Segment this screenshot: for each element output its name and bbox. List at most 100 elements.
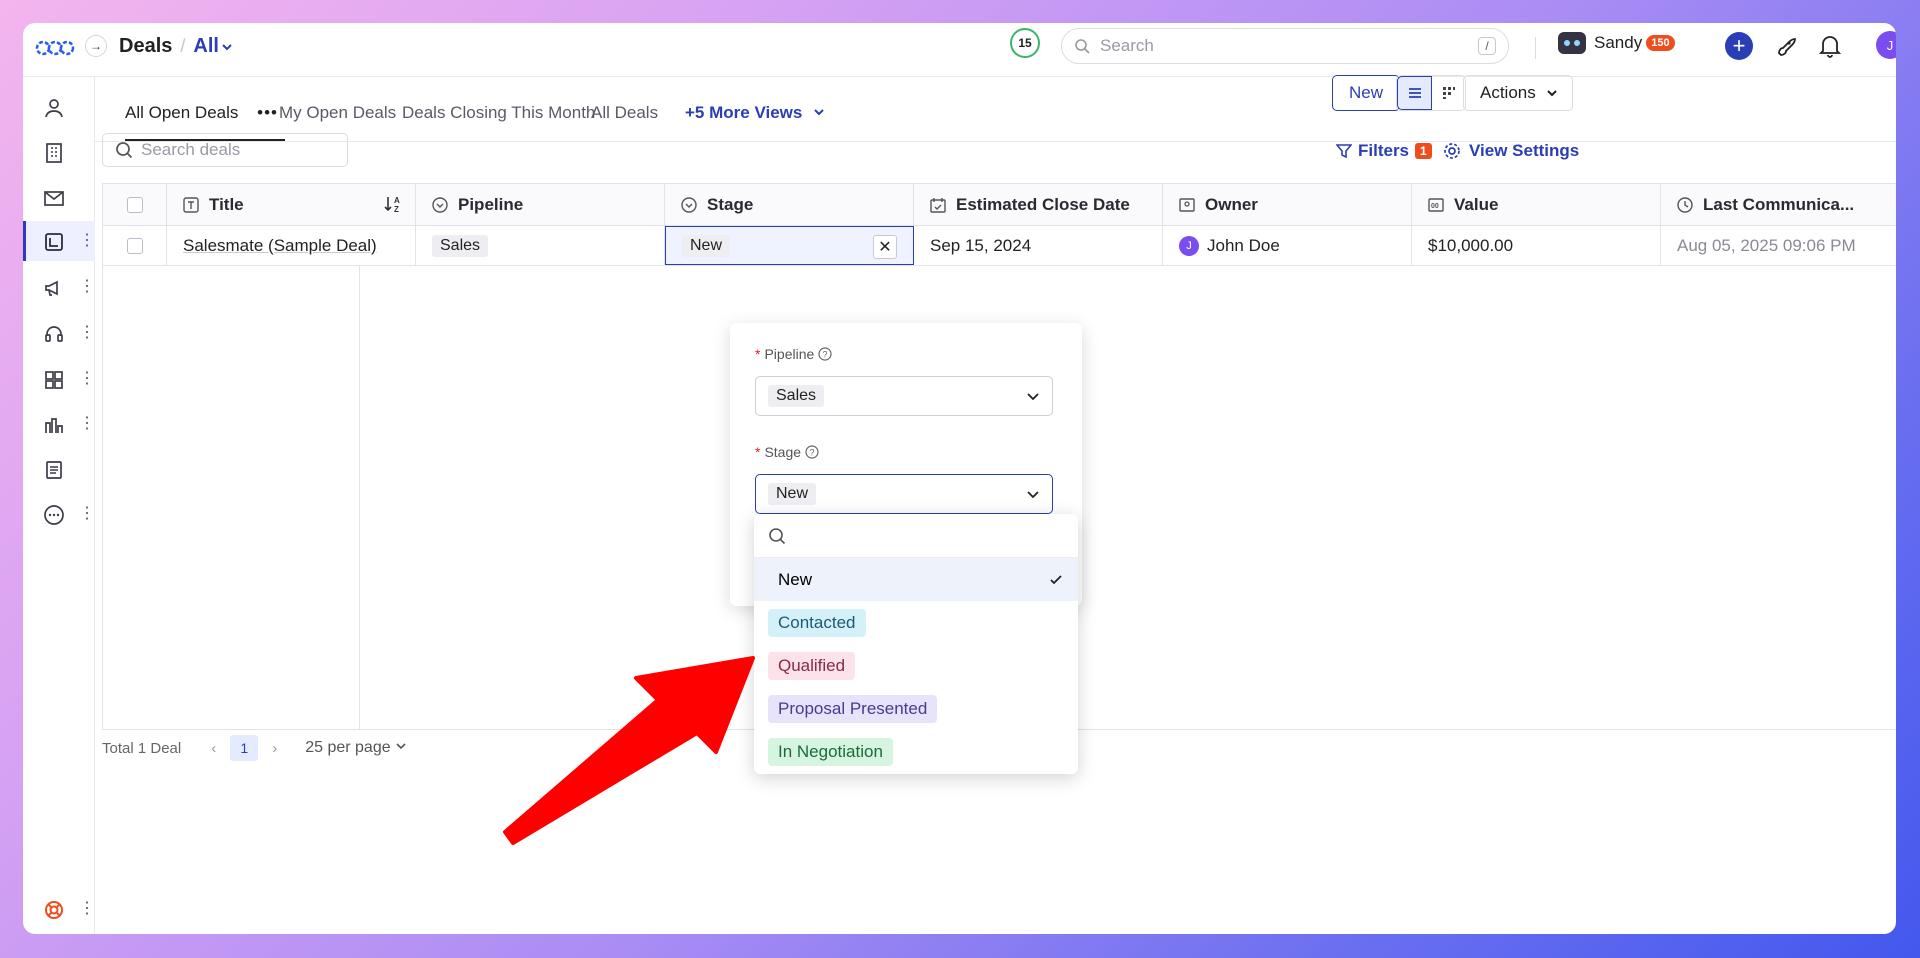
view-settings-button[interactable]: View Settings	[1443, 141, 1579, 161]
rail-campaigns[interactable]: ⋮	[23, 267, 95, 307]
pipeline-label: Pipeline	[764, 346, 815, 362]
help-circle-icon[interactable]: ?	[805, 445, 819, 459]
activity-count-badge[interactable]: 15	[1010, 28, 1040, 58]
column-header-value[interactable]: 00 Value	[1412, 184, 1661, 225]
last-communication-cell[interactable]: Aug 05, 2025 09:06 PM	[1661, 226, 1896, 265]
more-views-dropdown[interactable]: +5 More Views	[685, 103, 825, 123]
new-deal-button[interactable]: New	[1332, 75, 1400, 111]
column-header-pipeline[interactable]: Pipeline	[416, 184, 665, 225]
search-shortcut-hint: /	[1478, 37, 1496, 55]
table-footer: Total 1 Deal ‹ 1 › 25 per page	[102, 735, 407, 761]
search-deals-input[interactable]: Search deals	[102, 133, 348, 167]
table-row[interactable]: Salesmate (Sample Deal) Sales New ✕ Sep …	[103, 226, 1896, 266]
tab-my-open-deals[interactable]: My Open Deals	[279, 103, 396, 123]
bell-icon[interactable]	[1819, 34, 1841, 58]
rail-contacts[interactable]	[23, 87, 95, 127]
rail-companies[interactable]	[23, 132, 95, 172]
column-label: Last Communica...	[1703, 194, 1855, 214]
value-cell[interactable]: $10,000.00	[1412, 226, 1661, 265]
stage-option-proposal-presented[interactable]: Proposal Presented	[754, 687, 1078, 730]
pipeline-select[interactable]: Sales	[755, 376, 1053, 416]
select-all-checkbox[interactable]	[126, 196, 143, 213]
column-header-stage[interactable]: Stage	[665, 184, 914, 225]
more-vertical-icon[interactable]: ⋮	[79, 231, 95, 251]
quick-add-button[interactable]: +	[1725, 32, 1753, 60]
document-icon	[46, 461, 62, 479]
tab-all-deals[interactable]: All Deals	[591, 103, 658, 123]
more-vertical-icon[interactable]: ⋮	[79, 323, 95, 343]
checkmark-icon	[1050, 574, 1062, 584]
more-vertical-icon[interactable]: ⋮	[79, 504, 95, 524]
tab-deals-closing-this-month[interactable]: Deals Closing This Month	[402, 103, 595, 123]
column-header-title[interactable]: Title AZ	[167, 184, 416, 225]
rail-email[interactable]	[23, 177, 95, 217]
pipeline-cell[interactable]: Sales	[416, 226, 665, 265]
calendar-icon	[930, 197, 946, 213]
view-selector[interactable]: All	[193, 35, 233, 58]
rail-help[interactable]: ⋮	[23, 889, 95, 929]
global-search-input[interactable]: Search /	[1061, 28, 1509, 64]
stage-option-contacted[interactable]: Contacted	[754, 601, 1078, 644]
stage-option-qualified[interactable]: Qualified	[754, 644, 1078, 687]
profile-avatar[interactable]: J	[1876, 31, 1896, 59]
more-horizontal-icon[interactable]: •••	[257, 103, 278, 122]
more-vertical-icon[interactable]: ⋮	[79, 899, 95, 919]
deals-icon	[45, 233, 63, 251]
stage-cell-editing[interactable]: New ✕	[665, 226, 914, 265]
owner-cell[interactable]: J John Doe	[1163, 226, 1412, 265]
rail-documents[interactable]	[23, 449, 95, 489]
current-page[interactable]: 1	[230, 735, 259, 761]
stage-option-label: Contacted	[768, 608, 866, 637]
help-circle-icon[interactable]: ?	[818, 347, 832, 361]
more-vertical-icon[interactable]: ⋮	[79, 277, 95, 297]
stage-select-value: New	[768, 483, 817, 505]
sort-ascending-icon[interactable]: AZ	[383, 194, 403, 219]
rail-deals[interactable]: ⋮	[23, 221, 95, 261]
stage-option-label: In Negotiation	[768, 737, 893, 766]
rail-reports[interactable]: ⋮	[23, 404, 95, 444]
column-header-last-communication[interactable]: Last Communica...	[1661, 184, 1896, 225]
rail-more[interactable]: ⋮	[23, 494, 95, 534]
stage-options-search[interactable]	[754, 514, 1078, 558]
rocket-icon[interactable]	[1774, 34, 1798, 58]
gear-icon	[1444, 143, 1460, 159]
stage-select[interactable]: New	[755, 474, 1053, 514]
owner-name: John Doe	[1207, 235, 1280, 255]
kanban-view-icon[interactable]	[1432, 76, 1465, 110]
per-page-select[interactable]: 25 per page	[305, 739, 407, 757]
deal-title-link[interactable]: Salesmate (Sample Deal)	[183, 236, 377, 256]
title-cell[interactable]: Salesmate (Sample Deal)	[167, 226, 416, 265]
row-checkbox[interactable]	[126, 237, 143, 254]
expand-nav-arrow-icon[interactable]: →	[85, 35, 107, 57]
megaphone-icon	[45, 280, 58, 296]
rail-apps[interactable]: ⋮	[23, 359, 95, 399]
more-vertical-icon[interactable]: ⋮	[79, 414, 95, 434]
tab-all-open-deals[interactable]: All Open Deals •••	[125, 103, 278, 123]
text-field-icon	[183, 196, 199, 213]
close-date-cell[interactable]: Sep 15, 2024	[914, 226, 1163, 265]
salesmate-logo-icon[interactable]	[35, 37, 75, 59]
stage-option-in-negotiation[interactable]: In Negotiation	[754, 730, 1078, 773]
prev-page-icon[interactable]: ‹	[211, 740, 216, 757]
column-header-owner[interactable]: Owner	[1163, 184, 1412, 225]
close-icon[interactable]: ✕	[873, 235, 897, 259]
svg-text:Z: Z	[394, 205, 399, 214]
more-vertical-icon[interactable]: ⋮	[79, 369, 95, 389]
list-view-icon[interactable]	[1397, 76, 1432, 110]
actions-dropdown[interactable]: Actions	[1463, 75, 1573, 111]
next-page-icon[interactable]: ›	[272, 740, 277, 757]
user-menu[interactable]: Sandy 150	[1558, 32, 1675, 54]
table-header-row: Title AZ Pipeline Stage Estimated Close …	[103, 184, 1896, 226]
total-count: Total 1 Deal	[102, 739, 182, 757]
rail-support[interactable]: ⋮	[23, 313, 95, 353]
bot-avatar-icon	[1558, 32, 1586, 54]
chevron-down-icon	[396, 743, 406, 750]
apps-grid-icon	[45, 371, 63, 389]
column-header-close-date[interactable]: Estimated Close Date	[914, 184, 1163, 225]
filters-button[interactable]: Filters 1	[1336, 141, 1432, 161]
stage-option-new[interactable]: New	[754, 558, 1078, 601]
select-field-icon	[432, 196, 448, 213]
user-points-badge: 150	[1646, 35, 1675, 51]
more-views-label: +5 More Views	[685, 103, 803, 122]
chevron-down-icon	[1547, 90, 1557, 97]
